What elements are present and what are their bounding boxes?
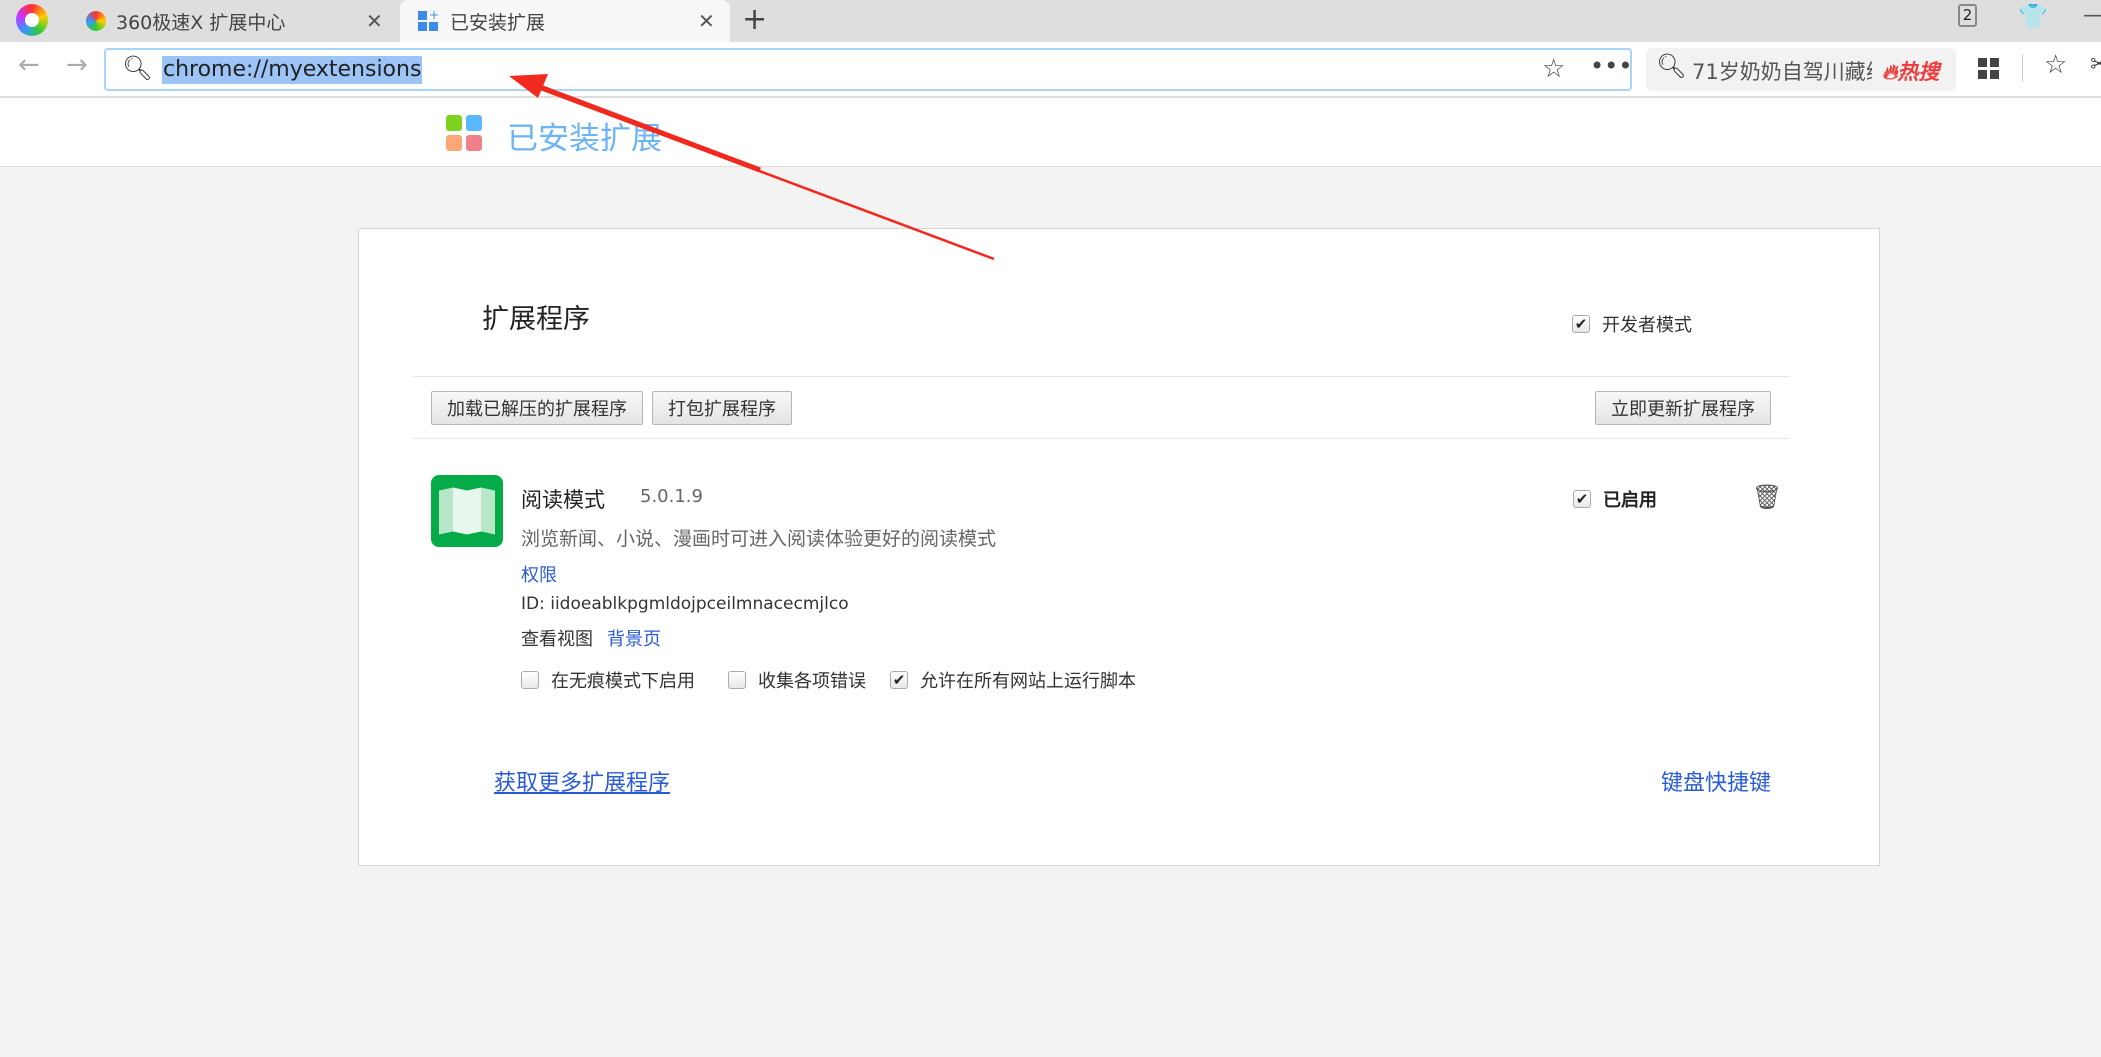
background-page-link[interactable]: 背景页 [607, 625, 661, 651]
developer-mode-toggle[interactable]: ✔ 开发者模式 [1572, 311, 1692, 337]
scissors-icon[interactable]: ✂ [2090, 50, 2101, 78]
all-sites-checkbox[interactable]: ✔ [890, 671, 908, 689]
star-icon[interactable]: ☆ [1542, 54, 1565, 84]
hot-search-label[interactable]: 🔥︎热搜 [1882, 56, 1939, 86]
all-sites-option[interactable]: ✔ 允许在所有网站上运行脚本 [890, 667, 1136, 693]
search-box[interactable]: 🔍︎ 71岁奶奶自驾川藏线 🔥︎热搜 [1646, 48, 1956, 91]
enabled-toggle[interactable]: ✔ 已启用 [1573, 486, 1657, 512]
search-icon: 🔍︎ [1656, 52, 1687, 80]
extensions-logo-icon [446, 115, 482, 151]
tab-extension-center[interactable]: 360极速X 扩展中心 ✕ [86, 0, 396, 42]
update-extensions-button[interactable]: 立即更新扩展程序 [1595, 391, 1771, 425]
extension-version: 5.0.1.9 [640, 486, 703, 507]
permissions-link[interactable]: 权限 [521, 561, 557, 587]
extension-item: 阅读模式 5.0.1.9 浏览新闻、小说、漫画时可进入阅读体验更好的阅读模式 权… [359, 469, 1879, 699]
divider [2022, 54, 2023, 82]
close-tab-icon[interactable]: ✕ [698, 9, 715, 33]
page-title: 已安装扩展 [507, 121, 662, 157]
fire-icon: 🔥︎ [1882, 60, 1898, 84]
search-icon: 🔍︎ [122, 54, 153, 82]
incognito-checkbox[interactable] [521, 671, 539, 689]
collect-errors-option[interactable]: 收集各项错误 [728, 667, 866, 693]
book-icon [431, 475, 503, 547]
minimize-button[interactable]: — [2083, 3, 2101, 28]
divider [412, 438, 1790, 439]
address-bar[interactable]: 🔍︎ chrome://myextensions ☆ ••• [104, 48, 1632, 91]
section-title: 扩展程序 [482, 304, 590, 335]
get-more-extensions-link[interactable]: 获取更多扩展程序 [494, 765, 670, 797]
tab-installed-extensions[interactable]: + 已安装扩展 ✕ [400, 0, 730, 42]
enabled-checkbox[interactable]: ✔ [1573, 490, 1591, 508]
new-tab-button[interactable]: + [742, 2, 767, 37]
back-icon[interactable]: ← [18, 50, 40, 80]
inspect-views-label: 查看视图 [521, 629, 593, 650]
apps-icon[interactable] [1978, 58, 1999, 79]
skin-icon[interactable]: 👕 [2018, 2, 2048, 30]
tab-count-badge[interactable]: 2 [1958, 4, 1977, 27]
extension-name: 阅读模式 [521, 488, 605, 512]
extension-description: 浏览新闻、小说、漫画时可进入阅读体验更好的阅读模式 [521, 528, 997, 550]
keyboard-shortcuts-link[interactable]: 键盘快捷键 [1661, 765, 1771, 797]
page-header: 已安装扩展 [0, 98, 2101, 167]
address-input[interactable]: chrome://myextensions [162, 56, 423, 84]
favorites-icon[interactable]: ☆ [2044, 50, 2067, 80]
incognito-option[interactable]: 在无痕模式下启用 [521, 667, 695, 693]
toolbar: ← → ↻ ⌂ 🔍︎ chrome://myextensions ☆ ••• 🔍… [0, 42, 2101, 98]
pack-extension-button[interactable]: 打包扩展程序 [652, 391, 792, 425]
close-tab-icon[interactable]: ✕ [366, 9, 383, 33]
developer-mode-checkbox[interactable]: ✔ [1572, 315, 1590, 333]
tab-bar: 360极速X 扩展中心 ✕ + 已安装扩展 ✕ + 2 👕 — [0, 0, 2101, 42]
browser-logo-icon[interactable] [16, 4, 48, 36]
divider [412, 376, 1790, 377]
more-icon[interactable]: ••• [1590, 52, 1632, 80]
trash-icon[interactable]: 🗑︎ [1752, 483, 1782, 511]
extension-id: ID: iidoeablkpgmldojpceilmnacecmjlco [521, 594, 849, 614]
extensions-icon: + [418, 9, 439, 31]
collect-errors-checkbox[interactable] [728, 671, 746, 689]
extensions-panel: 扩展程序 ✔ 开发者模式 加载已解压的扩展程序 打包扩展程序 立即更新扩展程序 … [358, 228, 1880, 866]
forward-icon[interactable]: → [66, 50, 88, 80]
load-unpacked-button[interactable]: 加载已解压的扩展程序 [431, 391, 643, 425]
360-logo-icon [86, 11, 106, 31]
